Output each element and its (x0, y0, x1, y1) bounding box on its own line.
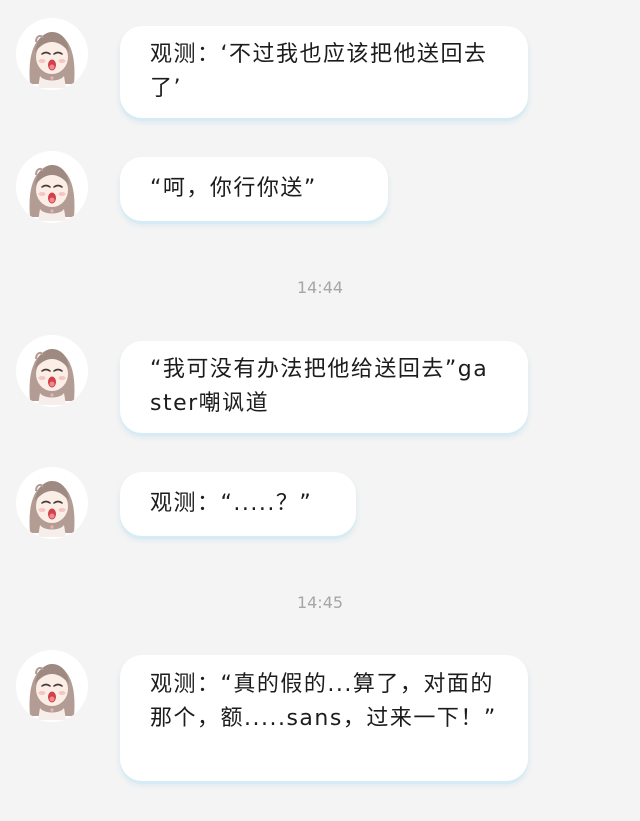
girl-avatar-icon (16, 18, 88, 90)
avatar[interactable] (16, 151, 88, 223)
message-bubble[interactable]: 观测：“.....？” (120, 472, 356, 536)
message-bubble[interactable]: “我可没有办法把他给送回去”gaster嘲讽道 (120, 341, 528, 433)
girl-avatar-icon (16, 650, 88, 722)
message-bubble[interactable]: “呵，你行你送” (120, 157, 388, 221)
girl-avatar-icon (16, 335, 88, 407)
girl-avatar-icon (16, 467, 88, 539)
avatar[interactable] (16, 650, 88, 722)
message-bubble[interactable]: 观测：‘不过我也应该把他送回去了’ (120, 26, 528, 118)
girl-avatar-icon (16, 151, 88, 223)
timestamp: 14:45 (296, 593, 344, 612)
timestamp: 14:44 (296, 278, 344, 297)
avatar[interactable] (16, 467, 88, 539)
avatar[interactable] (16, 18, 88, 90)
message-bubble[interactable]: 观测：“真的假的...算了，对面的那个，额.....sans，过来一下！” (120, 655, 528, 781)
avatar[interactable] (16, 335, 88, 407)
